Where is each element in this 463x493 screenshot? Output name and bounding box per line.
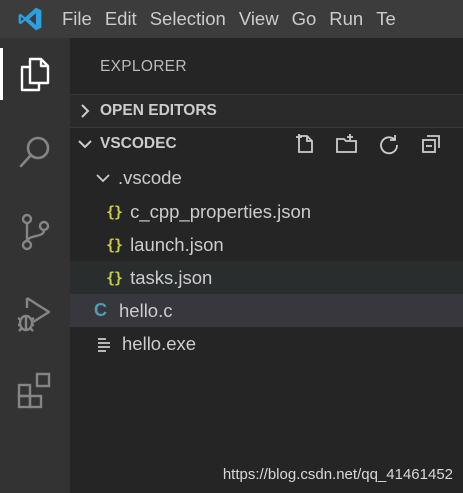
- chevron-right-icon: [70, 104, 100, 118]
- tree-file-tasks[interactable]: {} tasks.json: [70, 261, 463, 294]
- run-debug-icon[interactable]: [0, 284, 70, 344]
- tree-file-c-cpp-properties[interactable]: {} c_cpp_properties.json: [70, 195, 463, 228]
- tree-file-launch[interactable]: {} launch.json: [70, 228, 463, 261]
- json-file-icon: {}: [106, 202, 123, 221]
- source-control-icon[interactable]: [0, 202, 70, 262]
- open-editors-section[interactable]: OPEN EDITORS: [70, 94, 463, 128]
- menu-selection[interactable]: Selection: [148, 0, 237, 38]
- menu-terminal[interactable]: Te: [374, 0, 407, 38]
- tree-folder-vscode[interactable]: .vscode: [70, 161, 463, 194]
- search-icon[interactable]: [0, 122, 70, 182]
- file-name: launch.json: [130, 233, 224, 255]
- menu-file[interactable]: File: [60, 0, 103, 38]
- file-name: tasks.json: [130, 266, 213, 288]
- menu-view[interactable]: View: [237, 0, 290, 38]
- activity-bar: [0, 38, 70, 493]
- new-file-icon[interactable]: [291, 130, 319, 158]
- refresh-icon[interactable]: [375, 130, 403, 158]
- extensions-icon[interactable]: [0, 360, 70, 420]
- files-icon[interactable]: [0, 44, 70, 104]
- file-name: hello.exe: [122, 332, 197, 354]
- tree-file-hello-exe[interactable]: hello.exe: [70, 327, 463, 360]
- tree-file-hello-c[interactable]: C hello.c: [70, 294, 463, 327]
- menu-go[interactable]: Go: [290, 0, 328, 38]
- json-file-icon: {}: [106, 235, 123, 254]
- json-file-icon: {}: [106, 268, 123, 287]
- text-file-icon: [96, 336, 112, 352]
- file-name: hello.c: [119, 299, 173, 321]
- explorer-title: EXPLORER: [100, 58, 187, 75]
- open-editors-label: OPEN EDITORS: [100, 102, 217, 119]
- menu-edit[interactable]: Edit: [103, 0, 148, 38]
- explorer-toolbar: [291, 128, 445, 160]
- menu-bar: File Edit Selection View Go Run Te: [60, 0, 407, 38]
- c-file-icon: C: [94, 300, 107, 320]
- new-folder-icon[interactable]: [333, 130, 361, 158]
- vscode-logo-icon[interactable]: [0, 0, 60, 38]
- explorer-sidebar: EXPLORER OPEN EDITORS VSCODEC .vscode {}…: [70, 38, 463, 493]
- chevron-down-icon: [96, 172, 110, 184]
- chevron-down-icon: [70, 138, 100, 150]
- folder-label: VSCODEC: [100, 135, 177, 152]
- collapse-all-icon[interactable]: [417, 130, 445, 158]
- file-name: c_cpp_properties.json: [130, 200, 312, 222]
- watermark-url: https://blog.csdn.net/qq_41461452: [222, 466, 453, 483]
- folder-name: .vscode: [118, 166, 182, 188]
- title-bar: File Edit Selection View Go Run Te: [0, 0, 463, 38]
- folder-section-vscodec[interactable]: VSCODEC: [70, 128, 463, 160]
- menu-run[interactable]: Run: [327, 0, 374, 38]
